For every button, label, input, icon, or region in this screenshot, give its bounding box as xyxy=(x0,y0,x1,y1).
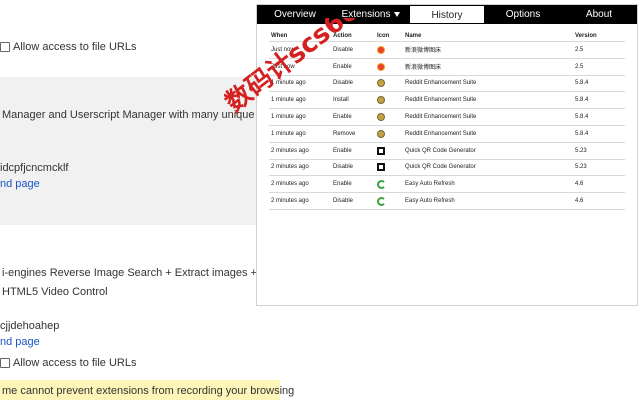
col-version: Version xyxy=(575,33,597,39)
row-version: 5.8.4 xyxy=(573,108,625,126)
tab-about[interactable]: About xyxy=(561,5,637,24)
row-action: Remove xyxy=(331,124,375,143)
incognito-warning-banner: me cannot prevent extensions from record… xyxy=(0,380,294,400)
extension-id-1: idcpfjcncmcklf xyxy=(0,162,69,174)
qr-icon xyxy=(377,163,385,172)
watermark: 数码计scs66 xyxy=(224,18,365,118)
reddit-icon xyxy=(377,129,385,138)
extension-description-3: HTML5 Video Control xyxy=(2,286,108,298)
refresh-icon xyxy=(377,179,386,189)
qr-icon xyxy=(377,146,385,155)
row-name: Reddit Enhancement Suite xyxy=(403,108,573,126)
row-action: Enable xyxy=(331,175,375,193)
row-when: 2 minutes ago xyxy=(269,141,331,160)
background-page-link-2[interactable]: nd page xyxy=(0,336,40,348)
row-name: Easy Auto Refresh xyxy=(403,175,573,193)
row-icon xyxy=(375,192,403,210)
row-action: Disable xyxy=(331,192,375,210)
row-name: Reddit Enhancement Suite xyxy=(403,91,573,109)
watermark-text: 数码计scs66 xyxy=(224,18,365,118)
row-version: 5.23 xyxy=(573,141,625,160)
row-version: 2.5 xyxy=(573,57,625,76)
row-version: 5.8.4 xyxy=(573,91,625,109)
row-name: Reddit Enhancement Suite xyxy=(403,74,573,92)
row-name: Quick QR Code Generator xyxy=(403,158,573,176)
row-name: 新浪微博图床 xyxy=(403,57,573,76)
incognito-warning-text: me cannot prevent extensions from record… xyxy=(2,385,295,397)
row-when: 2 minutes ago xyxy=(269,158,331,176)
row-icon xyxy=(375,175,403,193)
row-when: 2 minutes ago xyxy=(269,175,331,193)
history-row: 2 minutes ago Enable Quick QR Code Generat… xyxy=(269,141,625,160)
row-version: 5.8.4 xyxy=(573,124,625,143)
file-access-label-2: Allow access to file URLs xyxy=(13,357,137,369)
row-name: 新浪微博图床 xyxy=(403,41,573,59)
row-name: Easy Auto Refresh xyxy=(403,192,573,210)
row-name: Quick QR Code Generator xyxy=(403,141,573,160)
refresh-icon xyxy=(377,196,386,206)
col-name: Name xyxy=(405,33,422,39)
extension-id-2: cjjdehoahep xyxy=(0,320,60,332)
history-row: 2 minutes ago Disable Easy Auto Refresh 4.6 xyxy=(269,192,625,210)
row-when: 2 minutes ago xyxy=(269,192,331,210)
extension-description-1: Manager and Userscript Manager with many… xyxy=(2,109,255,121)
caret-down-icon xyxy=(394,12,401,17)
row-version: 5.23 xyxy=(573,158,625,176)
row-when: 1 minute ago xyxy=(269,124,331,143)
extension-card-highlight xyxy=(0,77,256,225)
background-page-link-1[interactable]: nd page xyxy=(0,178,40,190)
row-version: 5.8.4 xyxy=(573,74,625,92)
history-row: 1 minute ago Remove Reddit Enhancement Sui… xyxy=(269,124,625,143)
extension-description-2: i-engines Reverse Image Search + Extract… xyxy=(2,267,257,279)
file-access-checkbox-2[interactable] xyxy=(0,358,10,368)
row-version: 4.6 xyxy=(573,192,625,210)
row-version: 2.5 xyxy=(573,41,625,59)
file-access-checkbox-1[interactable] xyxy=(0,42,10,52)
file-access-label-1: Allow access to file URLs xyxy=(13,41,137,53)
row-name: Reddit Enhancement Suite xyxy=(403,124,573,143)
history-row: 2 minutes ago Disable Quick QR Code Genera… xyxy=(269,158,625,176)
row-action: Enable xyxy=(331,141,375,160)
row-icon xyxy=(375,141,403,160)
row-version: 4.6 xyxy=(573,175,625,193)
history-row: 2 minutes ago Enable Easy Auto Refresh 4.6 xyxy=(269,175,625,193)
row-icon xyxy=(375,124,403,143)
tab-options[interactable]: Options xyxy=(485,5,561,24)
row-action: Disable xyxy=(331,158,375,176)
row-icon xyxy=(375,158,403,176)
